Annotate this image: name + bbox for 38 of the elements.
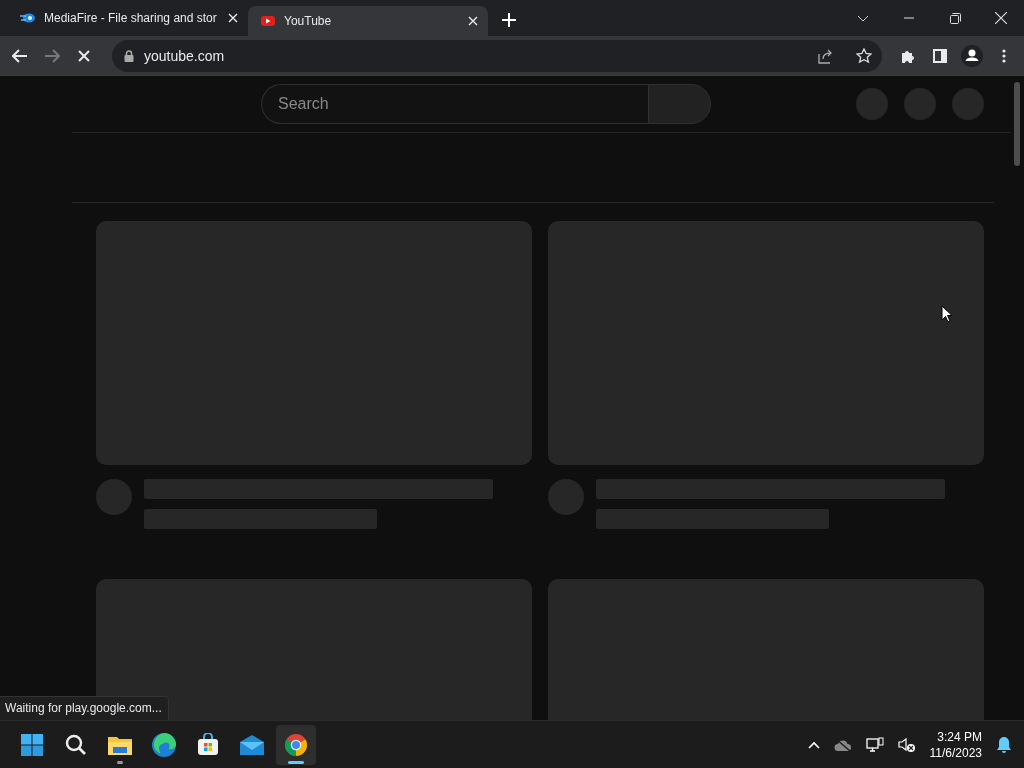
windows-icon	[20, 732, 44, 757]
placeholder-circle	[856, 88, 888, 120]
avatar-placeholder	[548, 479, 584, 515]
plus-icon[interactable]	[502, 13, 516, 27]
chrome-icon	[284, 732, 308, 757]
close-icon[interactable]	[228, 13, 238, 23]
browser-tab[interactable]: YouTube	[248, 6, 488, 36]
play-icon	[260, 15, 276, 27]
star-icon[interactable]	[856, 47, 872, 64]
muted-speaker-icon[interactable]	[897, 736, 916, 753]
edge-icon	[151, 731, 177, 758]
cursor-icon	[941, 305, 953, 323]
shopping-bag-icon	[196, 732, 220, 757]
browser-tab[interactable]: MediaFire - File sharing and stor	[8, 3, 248, 33]
status-bubble: Waiting for play.google.com...	[0, 696, 169, 720]
cloud-off-icon[interactable]	[833, 737, 852, 752]
date-text: 11/6/2023	[929, 744, 982, 761]
placeholder-circle	[904, 88, 936, 120]
address-bar[interactable]: youtube.com	[112, 39, 882, 72]
scrollbar-thumb[interactable]	[1014, 82, 1020, 166]
tab-title: MediaFire - File sharing and stor	[44, 11, 218, 25]
mail-icon	[239, 733, 265, 756]
share-icon[interactable]	[818, 47, 834, 64]
search-field[interactable]: Search	[261, 84, 648, 124]
close-icon[interactable]	[468, 16, 478, 26]
url-text: youtube.com	[144, 47, 226, 64]
flame-icon	[20, 12, 36, 24]
bell-icon[interactable]	[996, 735, 1012, 754]
chevron-up-icon[interactable]	[807, 740, 820, 749]
time-text: 3:24 PM	[937, 728, 982, 745]
lock-icon	[124, 49, 134, 62]
placeholder-circle	[952, 88, 984, 120]
search-icon	[64, 732, 88, 757]
avatar-placeholder	[96, 479, 132, 515]
tab-title: YouTube	[284, 14, 333, 28]
clock[interactable]: 3:24 PM 11/6/2023	[929, 728, 982, 761]
taskbar-app[interactable]	[276, 724, 316, 765]
network-icon[interactable]	[865, 736, 884, 753]
